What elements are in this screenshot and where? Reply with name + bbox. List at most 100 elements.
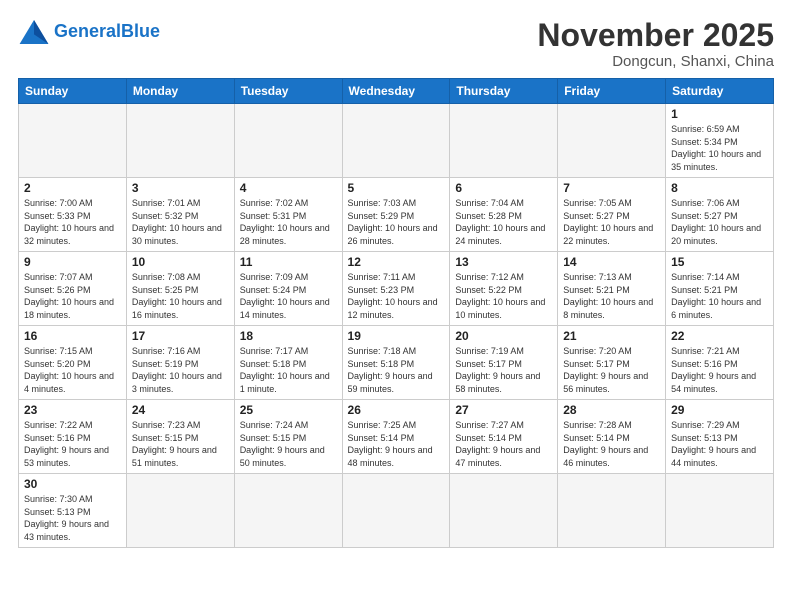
calendar-day-cell: 14 Sunrise: 7:13 AM Sunset: 5:21 PM Dayli…: [558, 252, 666, 326]
calendar-day-cell: [450, 104, 558, 178]
calendar-day-cell: [666, 474, 774, 547]
calendar-day-cell: 10 Sunrise: 7:08 AM Sunset: 5:25 PM Dayli…: [126, 252, 234, 326]
calendar-week-row: 23 Sunrise: 7:22 AM Sunset: 5:16 PM Dayli…: [19, 400, 774, 474]
day-number: 27: [455, 403, 552, 417]
logo-icon: [18, 18, 50, 46]
calendar-day-cell: [450, 474, 558, 547]
logo-text: GeneralBlue: [54, 22, 160, 42]
day-info: Sunrise: 7:06 AM Sunset: 5:27 PM Dayligh…: [671, 197, 768, 247]
calendar-day-cell: [234, 104, 342, 178]
weekday-header: Tuesday: [234, 79, 342, 104]
calendar-day-cell: 2Sunrise: 7:00 AM Sunset: 5:33 PM Daylig…: [19, 178, 127, 252]
day-number: 3: [132, 181, 229, 195]
calendar-day-cell: 9 Sunrise: 7:07 AM Sunset: 5:26 PM Daylig…: [19, 252, 127, 326]
day-info: Sunrise: 7:23 AM Sunset: 5:15 PM Dayligh…: [132, 419, 229, 469]
day-info: Sunrise: 7:29 AM Sunset: 5:13 PM Dayligh…: [671, 419, 768, 469]
calendar-day-cell: 19Sunrise: 7:18 AM Sunset: 5:18 PM Dayli…: [342, 326, 450, 400]
day-number: 18: [240, 329, 337, 343]
calendar-day-cell: 8 Sunrise: 7:06 AM Sunset: 5:27 PM Daylig…: [666, 178, 774, 252]
calendar-week-row: 1 Sunrise: 6:59 AM Sunset: 5:34 PM Daylig…: [19, 104, 774, 178]
day-number: 23: [24, 403, 121, 417]
calendar-day-cell: [558, 104, 666, 178]
day-info: Sunrise: 7:12 AM Sunset: 5:22 PM Dayligh…: [455, 271, 552, 321]
day-number: 28: [563, 403, 660, 417]
header: GeneralBlue November 2025 Dongcun, Shanx…: [18, 18, 774, 70]
calendar-day-cell: 17Sunrise: 7:16 AM Sunset: 5:19 PM Dayli…: [126, 326, 234, 400]
day-number: 17: [132, 329, 229, 343]
day-number: 21: [563, 329, 660, 343]
day-info: Sunrise: 7:15 AM Sunset: 5:20 PM Dayligh…: [24, 345, 121, 395]
day-number: 20: [455, 329, 552, 343]
calendar-day-cell: 3 Sunrise: 7:01 AM Sunset: 5:32 PM Daylig…: [126, 178, 234, 252]
location: Dongcun, Shanxi, China: [537, 53, 774, 70]
page: GeneralBlue November 2025 Dongcun, Shanx…: [0, 0, 792, 612]
weekday-header: Friday: [558, 79, 666, 104]
logo: GeneralBlue: [18, 18, 160, 46]
day-number: 4: [240, 181, 337, 195]
calendar-day-cell: 22 Sunrise: 7:21 AM Sunset: 5:16 PM Dayli…: [666, 326, 774, 400]
day-info: Sunrise: 7:14 AM Sunset: 5:21 PM Dayligh…: [671, 271, 768, 321]
day-info: Sunrise: 7:02 AM Sunset: 5:31 PM Dayligh…: [240, 197, 337, 247]
day-number: 24: [132, 403, 229, 417]
month-title: November 2025: [537, 18, 774, 53]
day-number: 14: [563, 255, 660, 269]
logo-general: General: [54, 21, 121, 41]
calendar-day-cell: [234, 474, 342, 547]
day-number: 1: [671, 107, 768, 121]
calendar-week-row: 16Sunrise: 7:15 AM Sunset: 5:20 PM Dayli…: [19, 326, 774, 400]
calendar-day-cell: 30 Sunrise: 7:30 AM Sunset: 5:13 PM Dayli…: [19, 474, 127, 547]
day-number: 8: [671, 181, 768, 195]
calendar-week-row: 9 Sunrise: 7:07 AM Sunset: 5:26 PM Daylig…: [19, 252, 774, 326]
day-info: Sunrise: 7:30 AM Sunset: 5:13 PM Dayligh…: [24, 493, 121, 543]
calendar-day-cell: 6Sunrise: 7:04 AM Sunset: 5:28 PM Daylig…: [450, 178, 558, 252]
weekday-header: Saturday: [666, 79, 774, 104]
day-info: Sunrise: 7:22 AM Sunset: 5:16 PM Dayligh…: [24, 419, 121, 469]
day-number: 30: [24, 477, 121, 491]
calendar-day-cell: [126, 104, 234, 178]
day-info: Sunrise: 7:09 AM Sunset: 5:24 PM Dayligh…: [240, 271, 337, 321]
calendar-day-cell: 27Sunrise: 7:27 AM Sunset: 5:14 PM Dayli…: [450, 400, 558, 474]
calendar-day-cell: 25Sunrise: 7:24 AM Sunset: 5:15 PM Dayli…: [234, 400, 342, 474]
title-block: November 2025 Dongcun, Shanxi, China: [537, 18, 774, 70]
calendar-day-cell: 18Sunrise: 7:17 AM Sunset: 5:18 PM Dayli…: [234, 326, 342, 400]
day-info: Sunrise: 6:59 AM Sunset: 5:34 PM Dayligh…: [671, 123, 768, 173]
day-info: Sunrise: 7:13 AM Sunset: 5:21 PM Dayligh…: [563, 271, 660, 321]
day-number: 22: [671, 329, 768, 343]
day-info: Sunrise: 7:28 AM Sunset: 5:14 PM Dayligh…: [563, 419, 660, 469]
day-number: 13: [455, 255, 552, 269]
calendar-day-cell: 20 Sunrise: 7:19 AM Sunset: 5:17 PM Dayli…: [450, 326, 558, 400]
calendar-day-cell: 24 Sunrise: 7:23 AM Sunset: 5:15 PM Dayli…: [126, 400, 234, 474]
calendar-day-cell: [342, 104, 450, 178]
calendar-day-cell: 28 Sunrise: 7:28 AM Sunset: 5:14 PM Dayli…: [558, 400, 666, 474]
calendar-week-row: 30 Sunrise: 7:30 AM Sunset: 5:13 PM Dayli…: [19, 474, 774, 547]
day-number: 5: [348, 181, 445, 195]
calendar-day-cell: 4 Sunrise: 7:02 AM Sunset: 5:31 PM Daylig…: [234, 178, 342, 252]
day-number: 19: [348, 329, 445, 343]
calendar-day-cell: 1 Sunrise: 6:59 AM Sunset: 5:34 PM Daylig…: [666, 104, 774, 178]
calendar-day-cell: 16Sunrise: 7:15 AM Sunset: 5:20 PM Dayli…: [19, 326, 127, 400]
day-number: 10: [132, 255, 229, 269]
day-info: Sunrise: 7:08 AM Sunset: 5:25 PM Dayligh…: [132, 271, 229, 321]
day-number: 9: [24, 255, 121, 269]
calendar-day-cell: 26 Sunrise: 7:25 AM Sunset: 5:14 PM Dayli…: [342, 400, 450, 474]
day-info: Sunrise: 7:21 AM Sunset: 5:16 PM Dayligh…: [671, 345, 768, 395]
day-number: 29: [671, 403, 768, 417]
day-info: Sunrise: 7:25 AM Sunset: 5:14 PM Dayligh…: [348, 419, 445, 469]
weekday-header-row: SundayMondayTuesdayWednesdayThursdayFrid…: [19, 79, 774, 104]
day-info: Sunrise: 7:00 AM Sunset: 5:33 PM Dayligh…: [24, 197, 121, 247]
calendar-day-cell: 21Sunrise: 7:20 AM Sunset: 5:17 PM Dayli…: [558, 326, 666, 400]
day-number: 7: [563, 181, 660, 195]
day-number: 12: [348, 255, 445, 269]
day-info: Sunrise: 7:07 AM Sunset: 5:26 PM Dayligh…: [24, 271, 121, 321]
calendar-day-cell: 7Sunrise: 7:05 AM Sunset: 5:27 PM Daylig…: [558, 178, 666, 252]
calendar-day-cell: 5Sunrise: 7:03 AM Sunset: 5:29 PM Daylig…: [342, 178, 450, 252]
day-info: Sunrise: 7:01 AM Sunset: 5:32 PM Dayligh…: [132, 197, 229, 247]
calendar-day-cell: 15 Sunrise: 7:14 AM Sunset: 5:21 PM Dayli…: [666, 252, 774, 326]
weekday-header: Sunday: [19, 79, 127, 104]
day-info: Sunrise: 7:19 AM Sunset: 5:17 PM Dayligh…: [455, 345, 552, 395]
day-number: 25: [240, 403, 337, 417]
day-number: 26: [348, 403, 445, 417]
day-number: 15: [671, 255, 768, 269]
calendar: SundayMondayTuesdayWednesdayThursdayFrid…: [18, 78, 774, 547]
calendar-day-cell: [342, 474, 450, 547]
